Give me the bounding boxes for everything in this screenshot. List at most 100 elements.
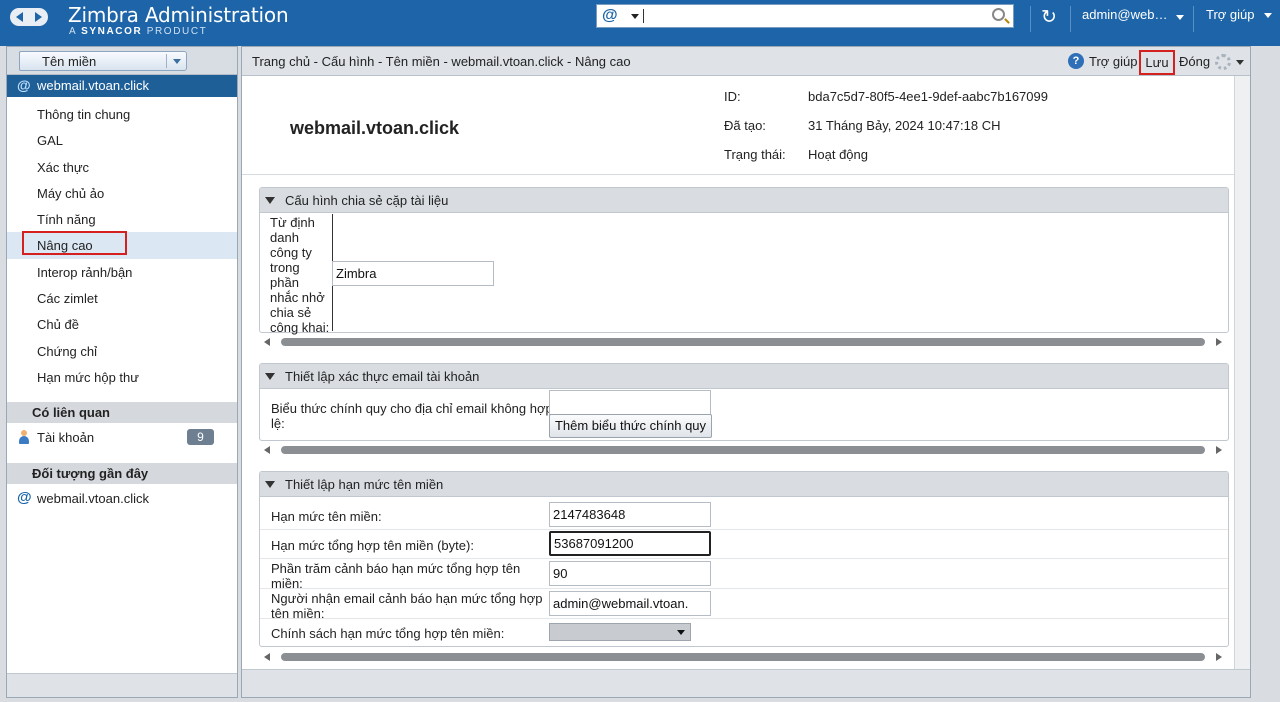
related-section-title: Có liên quan — [7, 402, 237, 424]
domain-quota-input[interactable] — [549, 502, 711, 527]
domain-nav-label: Tên miền — [42, 54, 97, 69]
breadcrumb: Trang chủ - Cấu hình - Tên miền - webmai… — [252, 54, 631, 69]
app-subtitle: A SYNACOR PRODUCT — [69, 26, 208, 37]
gear-menu-chevron-icon[interactable] — [1236, 60, 1244, 65]
selected-domain[interactable]: @ webmail.vtoan.click — [7, 75, 237, 97]
divider — [260, 529, 1228, 530]
section-header[interactable]: Cấu hình chia sẻ cặp tài liệu — [260, 188, 1228, 213]
horizontal-scrollbar[interactable] — [259, 650, 1229, 664]
sidebar-item-advanced[interactable]: Nâng cao — [7, 231, 237, 259]
save-button[interactable]: Lưu — [1139, 50, 1175, 75]
section-title: Thiết lập hạn mức tên miền — [285, 477, 444, 492]
main-footer — [242, 669, 1250, 697]
created-label: Đã tạo: — [724, 118, 766, 133]
sidebar-item-general-info[interactable]: Thông tin chung — [7, 101, 237, 127]
domain-quota-label: Hạn mức tên miền: — [271, 509, 382, 524]
user-menu[interactable]: admin@web… — [1082, 7, 1167, 22]
divider — [260, 588, 1228, 589]
app-title: Zimbra Administration — [68, 3, 289, 27]
sidebar-item-gal[interactable]: GAL — [7, 127, 237, 153]
sidebar-item-features[interactable]: Tính năng — [7, 206, 237, 232]
domain-icon: @ — [17, 489, 32, 507]
add-regex-button[interactable]: Thêm biểu thức chính quy — [549, 414, 712, 438]
status-label: Trạng thái: — [724, 147, 786, 162]
invalid-email-regex-input[interactable] — [549, 390, 711, 415]
sidebar-item-certificates[interactable]: Chứng chỉ — [7, 338, 237, 364]
sidebar-item-mailbox-quota[interactable]: Hạn mức hộp thư — [7, 364, 237, 390]
sidebar-item-authentication[interactable]: Xác thực — [7, 154, 237, 180]
related-accounts-item[interactable]: Tài khoản 9 — [7, 423, 237, 451]
search-cursor — [643, 9, 644, 23]
sidebar-header: Tên miền — [7, 47, 237, 75]
history-nav — [10, 8, 48, 26]
divider — [1030, 6, 1031, 32]
sidebar-nav: Thông tin chung GAL Xác thực Máy chủ ảo … — [7, 97, 237, 390]
chevron-down-icon[interactable] — [173, 59, 181, 64]
main-content: webmail.vtoan.click ID: bda7c5d7-80f5-4e… — [242, 76, 1234, 669]
search-icon[interactable] — [992, 8, 1005, 21]
domain-icon: @ — [17, 77, 31, 93]
vertical-scrollbar[interactable] — [1234, 76, 1250, 669]
divider — [1070, 6, 1071, 32]
quota-warn-percent-label: Phần trăm cảnh báo hạn mức tổng hợp tên … — [271, 561, 521, 591]
domain-nav-button[interactable]: Tên miền — [19, 51, 187, 71]
quota-policy-select[interactable] — [549, 623, 691, 641]
aggregate-quota-input[interactable] — [549, 531, 711, 556]
chevron-down-icon — [677, 630, 685, 635]
help-icon: ? — [1068, 53, 1084, 69]
close-button[interactable]: Đóng — [1179, 54, 1210, 69]
help-menu[interactable]: Trợ giúp — [1206, 7, 1255, 22]
help-link[interactable]: ? Trợ giúp — [1068, 53, 1138, 69]
search-bar[interactable]: @ — [596, 4, 1014, 28]
status-value: Hoạt động — [808, 147, 868, 162]
sharing-config-section: Cấu hình chia sẻ cặp tài liệu Từ định da… — [259, 187, 1229, 335]
section-header[interactable]: Thiết lập hạn mức tên miền — [260, 472, 1228, 497]
top-bar: Zimbra Administration A SYNACOR PRODUCT … — [0, 0, 1280, 46]
company-name-input[interactable] — [332, 261, 494, 286]
sidebar-item-free-busy-interop[interactable]: Interop rảnh/bận — [7, 259, 237, 285]
aggregate-quota-label: Hạn mức tổng hợp tên miền (byte): — [271, 538, 474, 553]
id-label: ID: — [724, 89, 741, 104]
sidebar: Tên miền @ webmail.vtoan.click Thông tin… — [6, 46, 238, 698]
user-icon — [19, 430, 29, 445]
created-value: 31 Tháng Bảy, 2024 10:47:18 CH — [808, 118, 1001, 133]
main-toolbar: Trang chủ - Cấu hình - Tên miền - webmai… — [242, 47, 1250, 76]
forward-arrow-icon[interactable] — [29, 8, 48, 26]
section-title: Cấu hình chia sẻ cặp tài liệu — [285, 193, 449, 208]
user-menu-chevron-icon[interactable] — [1176, 15, 1184, 20]
collapse-icon[interactable] — [265, 481, 275, 488]
quota-warn-percent-input[interactable] — [549, 561, 711, 586]
divider — [260, 618, 1228, 619]
sidebar-item-zimlets[interactable]: Các zimlet — [7, 285, 237, 311]
horizontal-scrollbar[interactable] — [259, 335, 1229, 349]
count-badge: 9 — [187, 429, 214, 446]
section-header[interactable]: Thiết lập xác thực email tài khoản — [260, 364, 1228, 389]
collapse-icon[interactable] — [265, 197, 275, 204]
divider — [166, 54, 167, 68]
company-name-label: Từ định danh công ty trong phần nhắc nhở… — [270, 215, 330, 335]
horizontal-scrollbar[interactable] — [259, 443, 1229, 457]
selected-domain-label: webmail.vtoan.click — [37, 78, 149, 93]
sidebar-item-virtual-hosts[interactable]: Máy chủ ảo — [7, 180, 237, 206]
refresh-icon[interactable]: ↻ — [1041, 6, 1057, 29]
sidebar-footer — [7, 673, 237, 697]
search-type-icon[interactable]: @ — [602, 7, 618, 25]
domain-quota-section: Thiết lập hạn mức tên miền Hạn mức tên m… — [259, 471, 1229, 647]
section-title: Thiết lập xác thực email tài khoản — [285, 369, 480, 384]
gear-icon[interactable] — [1215, 54, 1231, 70]
page-title: webmail.vtoan.click — [290, 118, 460, 138]
related-accounts-label: Tài khoản — [37, 430, 95, 446]
id-value: bda7c5d7-80f5-4ee1-9def-aabc7b167099 — [808, 89, 1048, 104]
divider — [260, 558, 1228, 559]
help-menu-chevron-icon[interactable] — [1264, 13, 1272, 18]
search-type-dropdown-icon[interactable] — [631, 14, 639, 19]
main-panel: Trang chủ - Cấu hình - Tên miền - webmai… — [241, 46, 1251, 698]
collapse-icon[interactable] — [265, 373, 275, 380]
quota-policy-label: Chính sách hạn mức tổng hợp tên miền: — [271, 626, 505, 641]
recent-domain-label: webmail.vtoan.click — [37, 491, 149, 507]
quota-warn-recipient-label: Người nhận email cảnh báo hạn mức tổng h… — [271, 591, 543, 621]
back-arrow-icon[interactable] — [10, 8, 29, 26]
sidebar-item-themes[interactable]: Chủ đề — [7, 311, 237, 337]
quota-warn-recipient-input[interactable] — [549, 591, 711, 616]
recent-domain-item[interactable]: @ webmail.vtoan.click — [7, 484, 237, 512]
